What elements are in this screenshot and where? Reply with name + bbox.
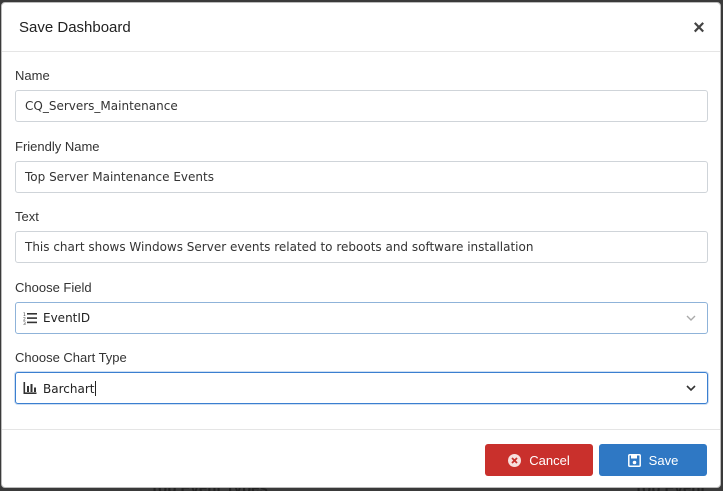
choose-chart-type-value: Barchart [43,381,97,396]
name-input[interactable]: CQ_Servers_Maintenance [15,90,708,122]
choose-field-group: Choose Field 1 2 3 EventID [15,280,708,334]
dialog-footer: Cancel Save [2,429,720,487]
text-label: Text [15,209,39,224]
name-label: Name [15,68,50,83]
chevron-down-icon [686,385,696,392]
cancel-icon [508,453,522,467]
choose-field-label: Choose Field [15,280,92,295]
name-group: Name CQ_Servers_Maintenance [15,68,708,122]
dialog-title: Save Dashboard [19,19,131,36]
friendly-name-group: Friendly Name Top Server Maintenance Eve… [15,139,708,193]
friendly-name-label: Friendly Name [15,139,100,154]
text-group: Text This chart shows Windows Server eve… [15,209,708,263]
choose-field-select[interactable]: 1 2 3 EventID [15,302,708,334]
cancel-button[interactable]: Cancel [485,444,593,476]
friendly-name-input[interactable]: Top Server Maintenance Events [15,161,708,193]
dialog-header: Save Dashboard × [2,3,720,52]
bar-chart-icon [23,382,37,394]
choose-chart-type-text: Barchart [43,382,95,396]
save-label: Save [648,452,679,468]
close-icon[interactable]: × [691,18,707,38]
svg-text:3: 3 [23,321,26,325]
choose-chart-type-select[interactable]: Barchart [15,372,708,404]
text-input[interactable]: This chart shows Windows Server events r… [15,231,708,263]
choose-field-value: EventID [43,311,91,325]
choose-chart-type-group: Choose Chart Type Barchart [15,350,708,404]
text-cursor [95,381,97,396]
save-button[interactable]: Save [599,444,707,476]
list-icon: 1 2 3 [23,312,37,325]
floppy-disk-icon [627,453,641,467]
cancel-label: Cancel [529,452,570,468]
save-dashboard-dialog: Save Dashboard × Name CQ_Servers_Mainten… [1,2,721,488]
chevron-down-icon [686,315,696,321]
choose-chart-type-label: Choose Chart Type [15,350,127,365]
